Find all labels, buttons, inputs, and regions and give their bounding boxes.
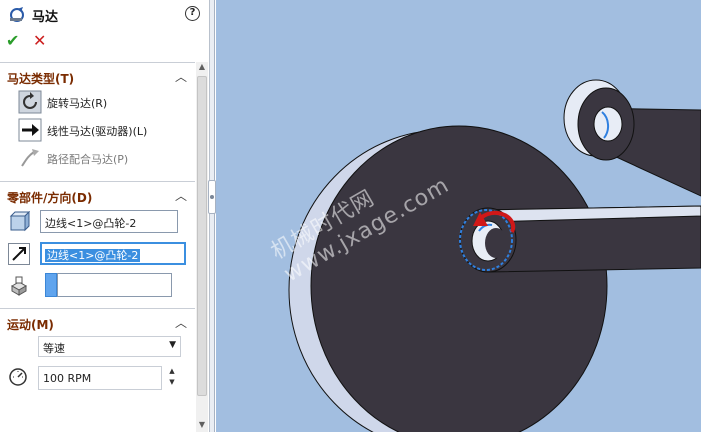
- motor-direction-row: 边线<1>@凸轮-2: [8, 242, 188, 266]
- path-mate-motor-icon: [21, 149, 39, 167]
- motor-type-section-title: 马达类型(T): [7, 72, 75, 86]
- component-to-move-field[interactable]: [57, 273, 172, 297]
- panel-scrollbar[interactable]: ▲ ▼: [196, 62, 208, 432]
- rotary-motor-label: 旋转马达(R): [47, 97, 108, 110]
- property-manager-header: 马达 ?: [0, 0, 210, 28]
- path-mate-motor-label: 路径配合马达(P): [47, 153, 129, 166]
- help-button[interactable]: ?: [185, 6, 200, 21]
- graphics-viewport[interactable]: 机械时代网 www.jxage.com: [216, 0, 701, 432]
- rotary-motor-icon: [18, 90, 42, 114]
- motion-function-select[interactable]: 等速 ▼: [38, 336, 181, 357]
- ok-cancel-row: ✔ ✕: [0, 30, 195, 54]
- motor-direction-field[interactable]: 边线<1>@凸轮-2: [40, 242, 186, 265]
- splitter-grip[interactable]: [208, 180, 216, 214]
- spin-up-icon[interactable]: ▲: [165, 366, 179, 377]
- divider: [0, 308, 195, 309]
- collapse-chevron-icon[interactable]: ︿: [175, 187, 187, 204]
- scrollbar-thumb[interactable]: [197, 76, 207, 396]
- speed-input[interactable]: 100 RPM: [38, 366, 162, 390]
- rotary-motor-option[interactable]: 旋转马达(R): [16, 90, 191, 114]
- cam-disc[interactable]: [310, 125, 608, 432]
- spin-down-icon[interactable]: ▼: [165, 377, 179, 388]
- motor-feature-icon: [10, 7, 24, 22]
- divider: [0, 62, 195, 63]
- speed-spinner[interactable]: ▲ ▼: [165, 366, 179, 390]
- motion-section-header[interactable]: 运动(M) ︿: [0, 313, 195, 333]
- linear-motor-option[interactable]: 线性马达(驱动器)(L): [16, 118, 191, 142]
- component-direction-section-header[interactable]: 零部件/方向(D) ︿: [0, 186, 195, 206]
- motion-section-title: 运动(M): [7, 318, 54, 332]
- component-move-icon: [10, 276, 28, 296]
- ok-button[interactable]: ✔: [6, 31, 19, 50]
- linear-motor-icon: [18, 118, 42, 142]
- divider: [0, 181, 195, 182]
- motor-type-section-header[interactable]: 马达类型(T) ︿: [0, 67, 195, 87]
- property-manager-title: 马达: [32, 10, 59, 25]
- panel-splitter[interactable]: [208, 0, 216, 432]
- component-selection-indicator: [45, 273, 57, 297]
- collapse-chevron-icon[interactable]: ︿: [175, 68, 187, 85]
- reverse-direction-icon[interactable]: [8, 243, 30, 265]
- component-direction-section-title: 零部件/方向(D): [7, 191, 93, 205]
- motor-location-icon: [9, 211, 30, 232]
- scroll-down-icon[interactable]: ▼: [196, 420, 208, 432]
- linear-motor-label: 线性马达(驱动器)(L): [47, 125, 148, 138]
- property-manager-panel: 马达 ? ✔ ✕ 马达类型(T) ︿ 旋转马达(R) 线性马达(驱动器)(L): [0, 0, 210, 432]
- dropdown-arrow-icon[interactable]: ▼: [169, 340, 176, 350]
- path-mate-motor-option[interactable]: 路径配合马达(P): [16, 146, 191, 170]
- speed-dial-icon: [9, 368, 27, 386]
- motion-function-value: 等速: [43, 342, 65, 355]
- scroll-up-icon[interactable]: ▲: [196, 62, 208, 74]
- motor-location-field[interactable]: 边线<1>@凸轮-2: [40, 210, 178, 233]
- cam-shaft-hole-shadow: [485, 228, 507, 258]
- motor-direction-value: 边线<1>@凸轮-2: [45, 249, 141, 262]
- motor-location-row: 边线<1>@凸轮-2: [8, 210, 188, 234]
- cancel-button[interactable]: ✕: [33, 31, 46, 50]
- collapse-chevron-icon[interactable]: ︿: [175, 314, 187, 331]
- model-view: [288, 79, 701, 432]
